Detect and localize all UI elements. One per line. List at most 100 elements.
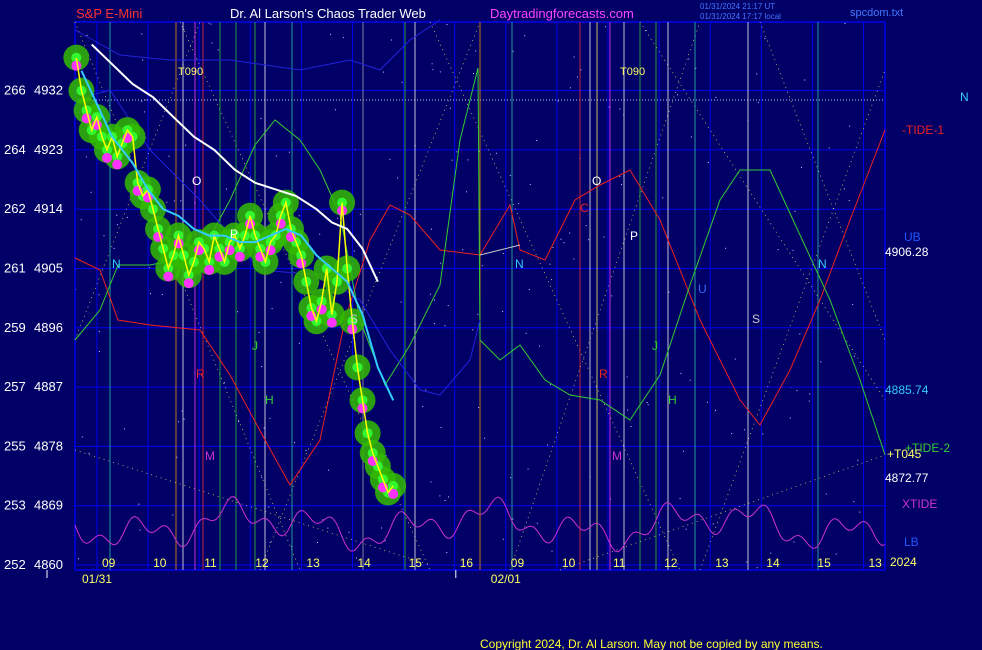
star — [145, 99, 147, 101]
star — [328, 469, 329, 471]
star — [451, 159, 453, 161]
star — [536, 522, 538, 524]
star — [381, 527, 382, 529]
star — [828, 147, 830, 149]
star — [707, 162, 709, 163]
star — [98, 294, 100, 296]
star — [481, 265, 483, 267]
star — [238, 421, 240, 422]
x-tick-label: 11 — [204, 556, 217, 570]
star — [433, 323, 435, 325]
star — [425, 389, 427, 391]
marker-n-3: N — [818, 257, 827, 271]
price-dot — [112, 159, 123, 170]
star — [849, 125, 851, 127]
star — [792, 249, 794, 251]
star — [679, 498, 681, 500]
star — [217, 49, 219, 51]
star — [78, 558, 79, 560]
marker-s-2: S — [752, 312, 760, 326]
star — [397, 177, 399, 179]
ma-value: 4885.74 — [885, 383, 929, 397]
star — [462, 249, 464, 251]
star — [319, 233, 321, 235]
star — [794, 210, 796, 212]
star — [280, 281, 282, 283]
star — [611, 295, 613, 297]
star — [756, 73, 758, 75]
star — [439, 71, 441, 73]
marker-r-2: R — [599, 367, 608, 381]
star — [560, 238, 562, 240]
x-tick-label: 10 — [153, 556, 167, 570]
star — [573, 56, 575, 58]
star — [172, 514, 174, 516]
star — [431, 228, 432, 230]
star — [384, 540, 386, 542]
star — [510, 477, 512, 479]
star — [820, 361, 822, 363]
star — [478, 407, 480, 409]
star — [605, 26, 607, 28]
marker-j-2: J — [652, 339, 658, 353]
star — [150, 293, 151, 295]
star — [382, 71, 384, 73]
star — [447, 305, 449, 307]
star — [472, 329, 474, 331]
star — [777, 249, 779, 250]
star — [237, 311, 239, 313]
x-tick-label: 15 — [409, 556, 423, 570]
star — [141, 100, 143, 102]
star — [685, 528, 687, 530]
star — [103, 235, 105, 237]
star — [337, 217, 339, 219]
marker-c: C — [580, 201, 589, 215]
star — [495, 152, 497, 154]
marker-o-1: O — [192, 174, 201, 188]
star — [835, 553, 837, 555]
star — [801, 166, 802, 168]
star — [288, 151, 290, 153]
star — [400, 301, 402, 303]
star — [580, 69, 582, 71]
star — [859, 511, 861, 513]
star — [796, 390, 798, 392]
marker-h-1: H — [265, 393, 274, 407]
star — [389, 158, 391, 160]
x-tick-label: 11 — [613, 556, 626, 570]
y-tick-price: 4932 — [34, 83, 63, 98]
star — [90, 191, 92, 193]
star — [183, 418, 185, 420]
y-tick-label: 252 — [4, 557, 26, 572]
star — [141, 33, 143, 35]
star — [725, 247, 727, 249]
star — [440, 262, 442, 264]
x-tick-label: 10 — [562, 556, 576, 570]
star — [161, 294, 163, 295]
star — [430, 293, 431, 295]
marker-j-1: J — [252, 339, 258, 353]
star — [475, 50, 477, 52]
file-name: spcdom.txt — [850, 7, 903, 19]
x-tick-label: 13 — [715, 556, 729, 570]
copyright: Copyright 2024, Dr. Al Larson. May not b… — [480, 637, 823, 650]
y-tick-label: 266 — [4, 83, 26, 98]
y-tick-price: 4878 — [34, 438, 63, 453]
star — [116, 214, 118, 216]
star — [268, 506, 270, 508]
star — [430, 481, 432, 483]
star — [536, 140, 538, 141]
star — [85, 156, 87, 158]
star — [98, 330, 100, 332]
y-tick-label: 253 — [4, 498, 26, 513]
star — [261, 477, 263, 479]
star — [440, 426, 442, 428]
star — [502, 253, 504, 254]
x-tick-label: 09 — [102, 556, 116, 570]
star — [275, 155, 277, 157]
price-value: 4872.77 — [885, 471, 929, 485]
star — [844, 23, 846, 24]
n-label: N — [960, 90, 969, 104]
star — [330, 33, 332, 35]
site-link[interactable]: Daytradingforecasts.com — [490, 6, 634, 21]
